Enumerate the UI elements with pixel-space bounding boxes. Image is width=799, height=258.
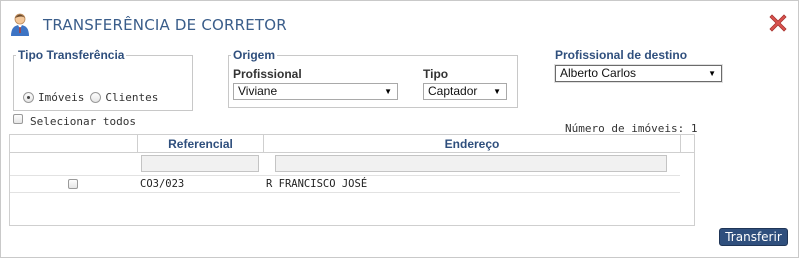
- column-header-select: [10, 135, 137, 153]
- origem-legend: Origem: [233, 48, 276, 62]
- cell-endereco: R FRANCISCO JOSÉ: [266, 178, 368, 190]
- profissional-select-value: Viviane: [238, 84, 278, 98]
- tipo-transferencia-options: Imóveis Clientes: [23, 91, 164, 104]
- tipo-transferencia-group: Tipo Transferência Imóveis Clientes: [13, 48, 193, 111]
- filter-endereco-input[interactable]: [275, 155, 667, 172]
- dialog-header: TRANSFERÊNCIA DE CORRETOR: [1, 1, 798, 45]
- cell-referencial: CO3/023: [140, 178, 185, 190]
- close-icon[interactable]: [766, 11, 790, 35]
- profissional-destino-value: Alberto Carlos: [560, 66, 637, 80]
- chevron-down-icon: ▼: [493, 87, 501, 96]
- column-header-endereco[interactable]: Endereço: [264, 135, 680, 153]
- column-header-referencial[interactable]: Referencial: [138, 135, 263, 153]
- tipo-select[interactable]: Captador ▼: [423, 83, 507, 100]
- tipo-select-value: Captador: [428, 84, 478, 98]
- chevron-down-icon: ▼: [384, 87, 392, 96]
- table-row: CO3/023 R FRANCISCO JOSÉ: [10, 176, 680, 193]
- profissional-select[interactable]: Viviane ▼: [233, 83, 398, 100]
- selecionar-todos-checkbox[interactable]: [13, 114, 23, 124]
- radio-clientes[interactable]: [90, 92, 102, 103]
- radio-imoveis[interactable]: [23, 92, 34, 103]
- selecionar-todos-label: Selecionar todos: [30, 115, 136, 128]
- filter-referencial-input[interactable]: [141, 155, 259, 172]
- row-checkbox[interactable]: [68, 179, 78, 189]
- transfer-dialog: TRANSFERÊNCIA DE CORRETOR Tipo Transferê…: [0, 0, 799, 258]
- imoveis-table: Referencial Endereço CO3/023 R FRANCISCO…: [9, 134, 695, 226]
- profissional-destino-label: Profissional de destino: [555, 48, 688, 62]
- tipo-label: Tipo: [423, 67, 449, 81]
- profissional-label: Profissional: [233, 67, 302, 81]
- transferir-button[interactable]: Transferir: [719, 228, 788, 246]
- profissional-destino-select[interactable]: Alberto Carlos ▼: [555, 65, 722, 82]
- dialog-title: TRANSFERÊNCIA DE CORRETOR: [43, 16, 287, 34]
- radio-imoveis-label: Imóveis: [38, 91, 85, 104]
- header-scroll-spacer: [681, 135, 694, 153]
- user-icon: [11, 13, 29, 36]
- radio-clientes-label: Clientes: [105, 91, 159, 104]
- tipo-transferencia-legend: Tipo Transferência: [18, 48, 125, 62]
- chevron-down-icon: ▼: [708, 69, 716, 78]
